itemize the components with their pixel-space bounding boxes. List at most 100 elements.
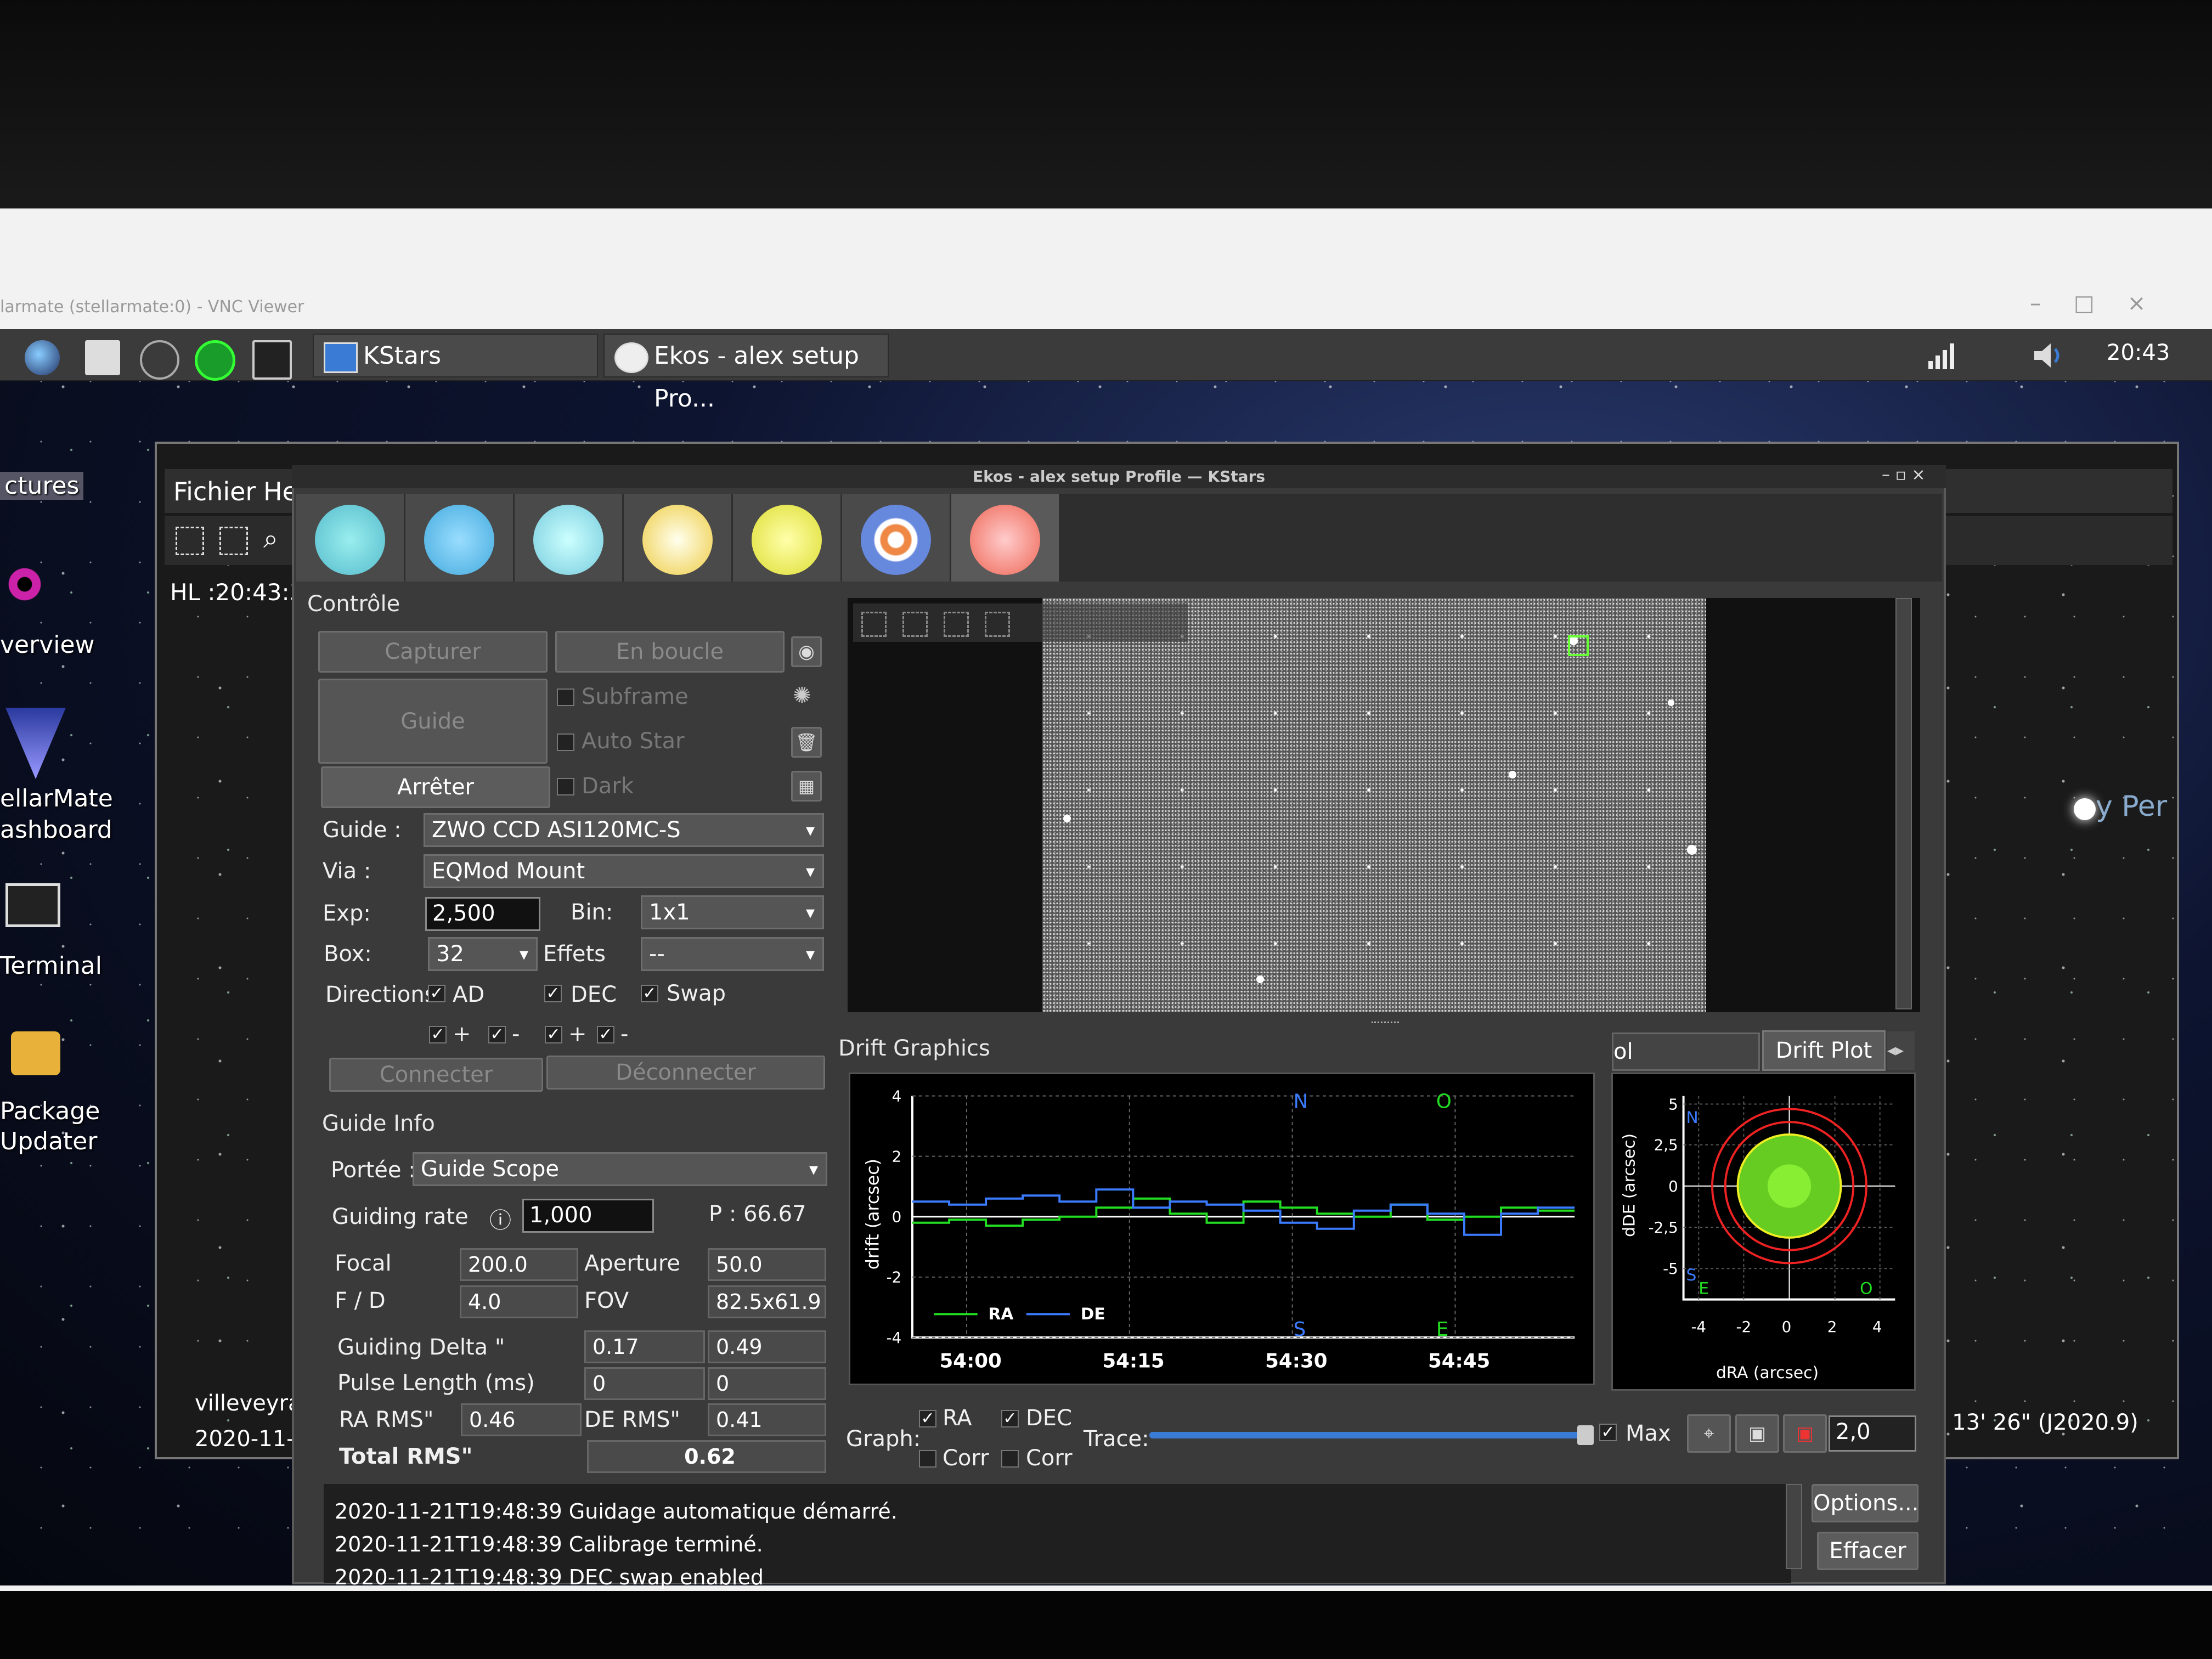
volume-icon[interactable] [2030,339,2068,372]
image-scrollbar[interactable] [1895,598,1912,1009]
chart-icon: ▦ [798,776,815,797]
loop-button[interactable]: En boucle [555,631,785,673]
info-icon[interactable]: ⓘ [489,1203,511,1234]
zoom-out-icon[interactable] [902,612,928,637]
tab-scheduler[interactable] [405,494,515,582]
dp-xtick-label: 0 [1782,1318,1792,1336]
dec-plus-checkbox[interactable]: ✓ [545,1026,562,1043]
package-icon[interactable] [11,1031,60,1075]
desktop-icon-dashboard[interactable]: ashboard [0,816,112,844]
guiding-rate-spinbox[interactable]: 1,000 [522,1199,654,1233]
sky-object-label[interactable]: y Per [2096,790,2167,823]
trace-slider-handle[interactable] [1577,1425,1594,1445]
files-icon[interactable] [85,340,120,375]
browser-icon[interactable] [25,340,60,375]
ra-plus-checkbox[interactable]: ✓ [429,1026,447,1043]
clear-log-button[interactable]: Effacer [1817,1532,1918,1570]
center-plot-button[interactable]: ⌖ [1687,1414,1731,1453]
network-signal-icon[interactable] [1926,339,1959,372]
guide-star-selection-box[interactable] [1568,635,1589,656]
dark-checkbox[interactable] [557,778,574,795]
monitor-icon[interactable] [252,340,292,380]
stop-button[interactable]: Arrêter [321,766,550,808]
splitter-handle[interactable] [1372,1022,1399,1026]
menu-fichier[interactable]: Fichier [173,477,256,506]
trace-slider[interactable] [1149,1432,1588,1438]
disconnect-button[interactable]: Déconnecter [546,1056,825,1090]
bright-star-2 [1509,771,1516,778]
options-button[interactable]: Options... [1812,1484,1918,1522]
connect-button[interactable]: Connecter [329,1058,543,1092]
sky-star[interactable] [2074,798,2096,820]
terminal-icon[interactable] [5,883,60,927]
desktop-icon-package[interactable]: Package [0,1097,100,1125]
dec-graph-checkbox[interactable]: ✓ [1001,1410,1019,1427]
drift-plot[interactable]: dDE (arcsec) dRA (arcsec) N S E O -4 -2 0 2… [1611,1073,1916,1391]
save-plot-button[interactable]: ▣ [1735,1414,1779,1453]
via-select[interactable]: EQMod Mount [424,854,824,888]
taskbar-ekos[interactable]: Ekos - alex setup Pro... [603,334,889,413]
log-scrollbar[interactable] [1786,1484,1802,1569]
zoom-default-icon[interactable] [944,612,969,637]
tab-focus[interactable] [733,494,842,582]
guide-button[interactable]: Guide [318,679,548,764]
dec-minus-checkbox[interactable]: ✓ [597,1026,614,1043]
ra-graph-checkbox[interactable]: ✓ [919,1410,936,1427]
max-checkbox[interactable]: ✓ [1599,1424,1617,1441]
desktop-icon-pictures[interactable]: ctures [0,472,84,500]
box-select[interactable]: 32 [428,937,538,971]
tab-capture[interactable] [624,494,733,582]
desktop-icon-updater[interactable]: Updater [0,1127,97,1155]
dark-library-button[interactable]: ▦ [791,771,822,802]
desktop-icon-overview[interactable]: verview [0,631,95,659]
zoom-fit-view-icon[interactable] [985,612,1010,637]
zoom-in-icon[interactable] [861,612,887,637]
phd-icon[interactable] [195,340,235,381]
telescope-icon[interactable] [140,340,179,380]
tab-setup[interactable] [296,494,405,582]
vnc-window-controls[interactable]: –□× [2030,291,2211,324]
tab-mount[interactable] [515,494,624,582]
guide-camera-select[interactable]: ZWO CCD ASI120MC-S [424,813,824,847]
zoom-fit-icon[interactable] [176,527,204,555]
tab-scroll-arrows[interactable]: ◂▸ [1887,1031,1915,1070]
taskbar-kstars[interactable]: KStars [313,334,598,377]
ad-checkbox[interactable]: ✓ [428,985,445,1002]
drift-heading: Drift Graphics [838,1036,990,1061]
capture-button[interactable]: Capturer [318,631,548,673]
log-panel[interactable]: 2020-11-21T19:48:39 Guidage automatique … [324,1484,1791,1589]
zoom-select-icon[interactable] [219,527,248,555]
bin-select[interactable]: 1x1 [641,895,824,929]
scale-spinbox[interactable]: 2,0 [1829,1415,1916,1452]
taskbar-clock: 20:43 [2107,340,2170,365]
clear-calibration-button[interactable]: 🗑 [791,727,822,758]
tab-drift-plot[interactable]: Drift Plot [1762,1030,1886,1071]
swap-checkbox[interactable]: ✓ [641,985,658,1002]
guide-star-image[interactable] [1042,598,1706,1012]
desktop-icon-terminal[interactable]: Terminal [0,952,102,980]
clear-plot-button[interactable]: ▣ [1783,1414,1827,1453]
desktop-icon-stellarmate[interactable]: ellarMate [0,785,113,812]
dp-ytick-label: -5 [1663,1260,1678,1278]
target-center [1767,1164,1812,1208]
eye-toggle-button[interactable]: ◉ [791,636,822,667]
ra-minus-checkbox[interactable]: ✓ [488,1026,506,1043]
eye-icon[interactable] [0,560,49,609]
subframe-checkbox[interactable] [557,689,574,706]
tab-align[interactable] [842,494,951,582]
scope-select[interactable]: Guide Scope [413,1152,827,1186]
effects-select[interactable]: -- [641,937,824,971]
tab-control-parameters[interactable]: ol parameters [1612,1032,1760,1071]
exposure-spinbox[interactable]: 2,500 [425,897,540,931]
auto-star-checkbox[interactable] [557,733,574,751]
drift-graph[interactable]: drift (arcsec) N O S E 4 2 0 -2 -4 54:00 54:15… [849,1073,1595,1385]
ekos-window-controls[interactable]: – ▫ × [1882,465,1926,484]
tab-guide[interactable] [951,494,1060,582]
drift-xtick-label: 54:00 [939,1350,1001,1372]
ra-corr-checkbox[interactable] [919,1450,936,1468]
search-icon[interactable]: ⌕ [263,523,278,555]
dec-corr-checkbox[interactable] [1001,1450,1019,1468]
guiding-delta-ra: 0.17 [584,1330,705,1363]
dec-checkbox[interactable]: ✓ [544,985,562,1002]
vnc-window-title: larmate (stellarmate:0) - VNC Viewer [0,297,304,317]
